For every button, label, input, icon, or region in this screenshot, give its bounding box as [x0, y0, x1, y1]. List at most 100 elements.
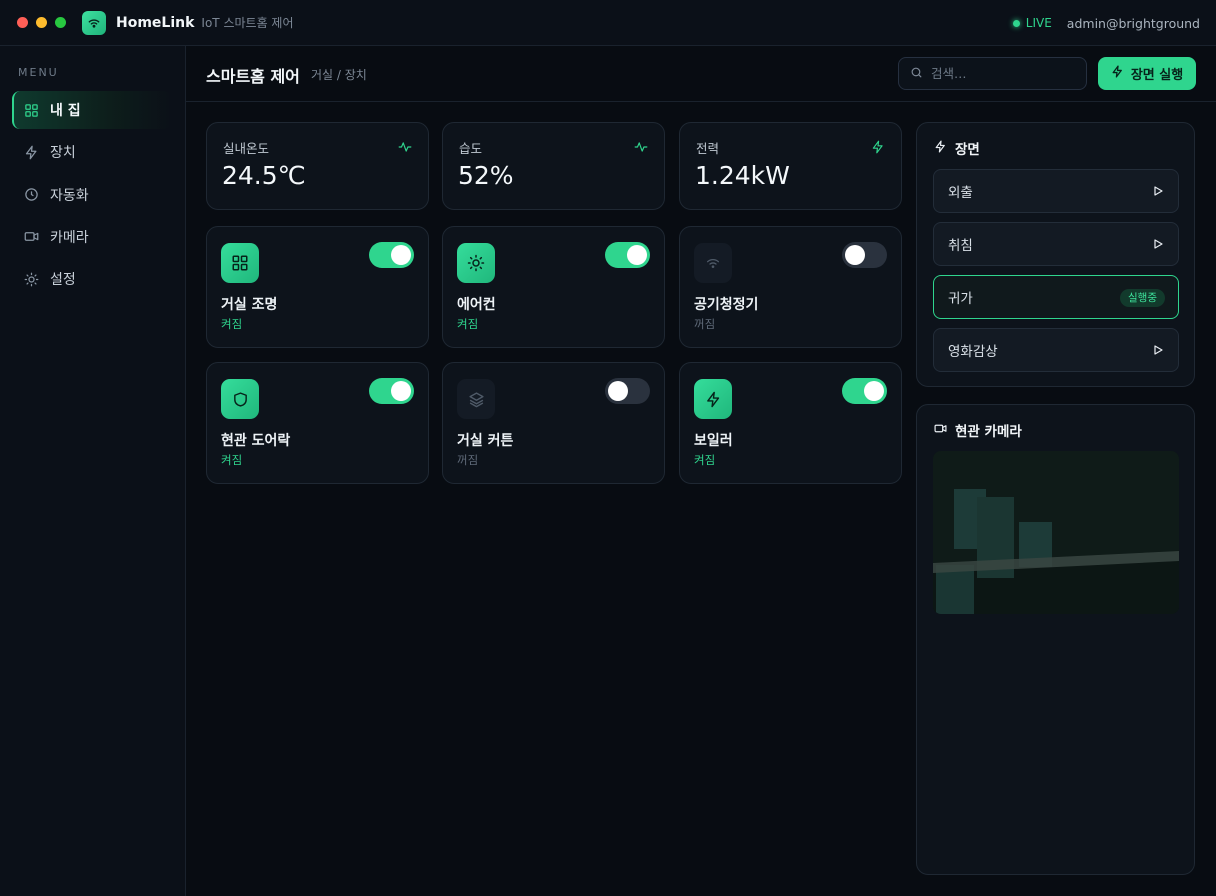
layers-icon — [457, 379, 495, 419]
stat-value: 1.24kW — [695, 161, 790, 190]
camera-feed[interactable] — [933, 451, 1179, 614]
device-name: 보일러 — [694, 433, 733, 449]
page-header: 스마트홈 제어 거실 / 장치 장면 실행 — [186, 46, 1216, 102]
sidebar: MENU 내 집 장치 자동화 카메라 설정 — [0, 46, 186, 896]
scene-label: 귀가 — [948, 291, 973, 307]
bolt-icon — [694, 379, 732, 419]
toggle-knob — [608, 381, 628, 401]
search-input[interactable] — [931, 66, 1071, 81]
camera-panel-title: 현관 카메라 — [934, 420, 1022, 440]
search-box[interactable] — [898, 57, 1087, 90]
stat-card-temperature: 실내온도 24.5℃ — [206, 122, 429, 210]
page-title: 스마트홈 제어 — [206, 67, 300, 86]
clock-icon — [24, 187, 39, 202]
device-state: 켜짐 — [221, 317, 243, 331]
device-name: 에어컨 — [457, 297, 496, 313]
stat-label: 실내온도 — [223, 141, 270, 156]
grid-icon — [221, 243, 259, 283]
scene-label: 영화감상 — [948, 344, 998, 360]
run-scene-label: 장면 실행 — [1130, 68, 1184, 83]
device-name: 공기청정기 — [694, 297, 759, 313]
device-toggle[interactable] — [605, 242, 650, 268]
bolt-icon — [1111, 65, 1124, 82]
device-card-boiler[interactable]: 보일러 켜짐 — [679, 362, 902, 484]
device-name: 거실 조명 — [221, 297, 278, 313]
bolt-icon — [871, 139, 885, 158]
toggle-knob — [391, 245, 411, 265]
camera-icon — [934, 422, 947, 439]
device-toggle[interactable] — [842, 242, 887, 268]
app-name: HomeLink — [116, 14, 195, 31]
device-toggle[interactable] — [605, 378, 650, 404]
scene-item-sleep[interactable]: 취침 — [933, 222, 1179, 266]
device-card-curtain[interactable]: 거실 커튼 꺼짐 — [442, 362, 665, 484]
stat-card-power: 전력 1.24kW — [679, 122, 902, 210]
scene-item-away[interactable]: 외출 — [933, 169, 1179, 213]
running-badge: 실행중 — [1120, 289, 1165, 307]
title-bar: HomeLink IoT 스마트홈 제어 LIVE admin@brightgr… — [0, 0, 1216, 46]
sidebar-item-camera[interactable]: 카메라 — [12, 218, 172, 256]
pulse-icon — [634, 139, 648, 158]
device-card-aircon[interactable]: 에어컨 켜짐 — [442, 226, 665, 348]
sidebar-item-home[interactable]: 내 집 — [12, 91, 172, 129]
sidebar-item-automation[interactable]: 자동화 — [12, 176, 172, 214]
play-icon[interactable] — [1152, 238, 1164, 254]
scene-label: 외출 — [948, 185, 973, 201]
user-account[interactable]: admin@brightground — [1067, 16, 1200, 31]
pulse-icon — [398, 139, 412, 158]
sidebar-nav: 내 집 장치 자동화 카메라 설정 — [12, 91, 172, 302]
scenes-panel: 장면 외출 취침 귀가 실행중 영화감상 — [916, 122, 1195, 387]
scenes-title-label: 장면 — [955, 142, 980, 158]
toggle-knob — [391, 381, 411, 401]
sun-icon — [457, 243, 495, 283]
camera-icon — [24, 229, 39, 244]
device-card-door-lock[interactable]: 현관 도어락 켜짐 — [206, 362, 429, 484]
window-controls — [17, 17, 66, 28]
grid-icon — [24, 103, 39, 118]
sidebar-item-label: 내 집 — [50, 103, 81, 119]
stat-card-humidity: 습도 52% — [442, 122, 665, 210]
toggle-knob — [845, 245, 865, 265]
shield-icon — [221, 379, 259, 419]
sun-gear-icon — [24, 272, 39, 287]
sidebar-item-label: 장치 — [50, 145, 76, 162]
device-card-air-purifier[interactable]: 공기청정기 꺼짐 — [679, 226, 902, 348]
sidebar-item-label: 자동화 — [50, 187, 89, 204]
device-toggle[interactable] — [842, 378, 887, 404]
menu-label: MENU — [18, 66, 59, 79]
device-state: 켜짐 — [221, 453, 243, 467]
run-scene-button[interactable]: 장면 실행 — [1098, 57, 1196, 90]
sidebar-item-label: 카메라 — [50, 229, 89, 246]
sidebar-item-label: 설정 — [50, 272, 76, 289]
minimize-window-button[interactable] — [36, 17, 47, 28]
search-icon — [910, 64, 923, 83]
device-state: 꺼짐 — [694, 317, 716, 331]
bolt-icon — [934, 139, 947, 157]
maximize-window-button[interactable] — [55, 17, 66, 28]
toggle-knob — [864, 381, 884, 401]
stat-value: 24.5℃ — [222, 161, 306, 190]
scene-label: 취침 — [948, 238, 973, 254]
stat-value: 52% — [458, 161, 514, 190]
play-icon[interactable] — [1152, 185, 1164, 201]
stat-label: 습도 — [459, 141, 483, 156]
bolt-icon — [24, 145, 39, 160]
app-subtitle: IoT 스마트홈 제어 — [201, 16, 294, 30]
toggle-knob — [627, 245, 647, 265]
live-status: LIVE — [1025, 16, 1052, 30]
sidebar-item-devices[interactable]: 장치 — [12, 133, 172, 171]
close-window-button[interactable] — [17, 17, 28, 28]
device-card-living-light[interactable]: 거실 조명 켜짐 — [206, 226, 429, 348]
sidebar-item-settings[interactable]: 설정 — [12, 260, 172, 298]
stat-label: 전력 — [696, 141, 720, 156]
scene-item-home[interactable]: 귀가 실행중 — [933, 275, 1179, 319]
device-toggle[interactable] — [369, 378, 414, 404]
live-indicator-dot — [1012, 19, 1020, 27]
camera-title-label: 현관 카메라 — [955, 424, 1022, 440]
device-toggle[interactable] — [369, 242, 414, 268]
device-name: 거실 커튼 — [457, 433, 514, 449]
scene-item-movie[interactable]: 영화감상 — [933, 328, 1179, 372]
device-state: 켜짐 — [694, 453, 716, 467]
play-icon[interactable] — [1152, 344, 1164, 360]
device-state: 꺼짐 — [457, 453, 479, 467]
